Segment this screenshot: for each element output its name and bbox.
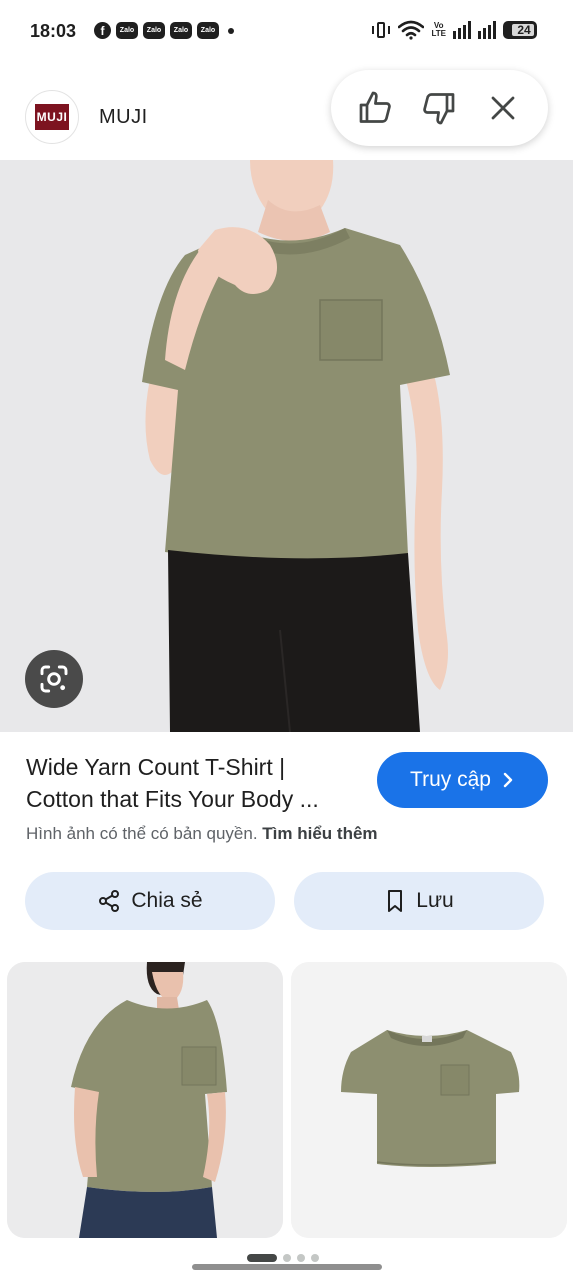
thumbs-up-button[interactable] bbox=[356, 88, 396, 128]
learn-more-link[interactable]: Tìm hiểu thêm bbox=[262, 824, 377, 843]
related-product-photo bbox=[291, 962, 567, 1238]
wifi-icon bbox=[398, 20, 425, 40]
muji-logo: MUJI bbox=[35, 104, 69, 130]
carousel-indicator bbox=[247, 1254, 319, 1262]
save-label: Lưu bbox=[416, 889, 454, 912]
brand-logo[interactable]: MUJI bbox=[25, 90, 79, 144]
chevron-right-icon bbox=[503, 772, 513, 788]
result-title[interactable]: Wide Yarn Count T-Shirt | Cotton that Fi… bbox=[26, 751, 366, 815]
system-icons: Vo LTE 24 bbox=[371, 20, 537, 40]
zalo-icon: Zalo bbox=[197, 22, 219, 39]
model-photo bbox=[0, 160, 573, 732]
result-title-line-2: Cotton that Fits Your Body ... bbox=[26, 786, 319, 812]
carousel-dot bbox=[311, 1254, 319, 1262]
share-icon bbox=[99, 890, 120, 912]
feedback-pill bbox=[331, 70, 548, 146]
related-image-2[interactable] bbox=[291, 962, 567, 1238]
copyright-notice: Hình ảnh có thể có bản quyền. Tìm hiểu t… bbox=[26, 824, 378, 844]
zalo-icon: Zalo bbox=[143, 22, 165, 39]
battery-icon: 24 bbox=[503, 21, 537, 39]
close-icon bbox=[491, 96, 515, 120]
dot-icon bbox=[228, 27, 234, 34]
visit-button[interactable]: Truy cập bbox=[377, 752, 548, 808]
bookmark-icon bbox=[388, 890, 403, 912]
zalo-icon: Zalo bbox=[170, 22, 192, 39]
status-bar: 18:03 f Zalo Zalo Zalo Zalo Vo LTE 24 bbox=[0, 0, 573, 64]
notification-icons: f Zalo Zalo Zalo Zalo bbox=[94, 22, 234, 39]
thumbs-down-icon bbox=[423, 93, 455, 125]
zalo-icon: Zalo bbox=[116, 22, 138, 39]
visit-label: Truy cập bbox=[410, 768, 491, 791]
share-button[interactable]: Chia sẻ bbox=[25, 872, 275, 930]
copyright-text: Hình ảnh có thể có bản quyền. bbox=[26, 824, 258, 843]
google-lens-button[interactable] bbox=[25, 650, 83, 708]
product-image[interactable] bbox=[0, 160, 573, 732]
home-indicator[interactable] bbox=[192, 1264, 382, 1270]
thumbs-down-button[interactable] bbox=[418, 88, 458, 128]
carousel-dot bbox=[283, 1254, 291, 1262]
signal-icon bbox=[453, 21, 471, 39]
facebook-icon: f bbox=[94, 22, 111, 39]
thumbs-up-icon bbox=[359, 91, 391, 123]
status-time: 18:03 bbox=[30, 21, 77, 41]
result-title-line-1: Wide Yarn Count T-Shirt | bbox=[26, 754, 286, 780]
close-button[interactable] bbox=[483, 88, 523, 128]
save-button[interactable]: Lưu bbox=[294, 872, 544, 930]
google-lens-icon bbox=[40, 665, 68, 693]
related-model-photo bbox=[7, 962, 283, 1238]
volte-icon: Vo LTE bbox=[431, 21, 446, 38]
carousel-dot bbox=[297, 1254, 305, 1262]
vibrate-icon bbox=[371, 20, 391, 40]
signal-icon bbox=[478, 21, 496, 39]
share-label: Chia sẻ bbox=[131, 889, 203, 912]
related-image-1[interactable] bbox=[7, 962, 283, 1238]
brand-name[interactable]: MUJI bbox=[99, 106, 148, 129]
carousel-dot-active bbox=[247, 1254, 277, 1262]
